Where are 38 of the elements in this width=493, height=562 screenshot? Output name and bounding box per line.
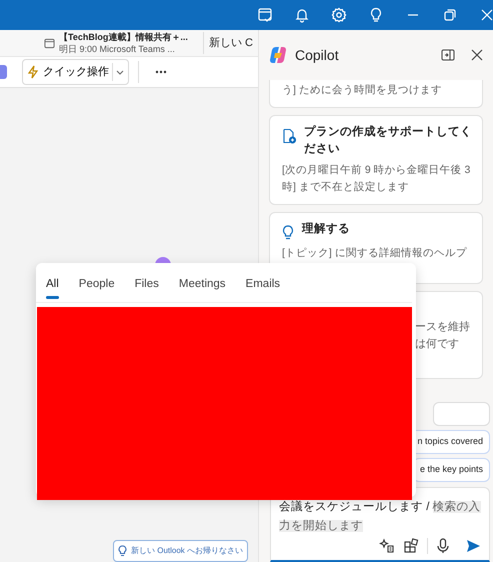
- card-description: [次の月曜日午前 9 時から金曜日午後 3 時] まで不在と設定します: [282, 163, 472, 195]
- card-description: ースを維持: [414, 320, 471, 335]
- restore-icon[interactable]: [442, 7, 458, 23]
- card-description: は何です: [414, 337, 460, 352]
- more-icon[interactable]: [155, 70, 167, 74]
- panel-dock-icon[interactable]: [441, 49, 455, 61]
- bell-icon[interactable]: [294, 7, 310, 23]
- lightbulb-icon: [118, 545, 127, 557]
- card-title: プランの作成をサポートしてください: [304, 124, 473, 157]
- suggestion-card[interactable]: う] ために会う時間を見つけます: [269, 80, 483, 108]
- microphone-icon[interactable]: [436, 538, 450, 554]
- card-title: 理解する: [302, 222, 350, 237]
- calendar-icon: [44, 38, 55, 48]
- card-description: [トピック] に関する詳細情報のヘルプ: [282, 246, 468, 261]
- document-plus-icon: [282, 128, 296, 144]
- lightbulb-icon: [282, 225, 294, 240]
- card-description: う] ために会う時間を見つけます: [282, 83, 443, 98]
- close-icon[interactable]: [471, 49, 483, 61]
- send-icon[interactable]: [466, 539, 481, 553]
- search-tab[interactable]: Files: [134, 272, 159, 299]
- sparkle-prompt-icon[interactable]: [379, 538, 395, 554]
- close-icon[interactable]: [478, 7, 493, 23]
- meeting-time: 明日 9:00 Microsoft Teams ...: [59, 43, 176, 55]
- settings-icon[interactable]: [330, 7, 346, 23]
- search-tab[interactable]: People: [78, 272, 115, 299]
- lightning-icon: [27, 65, 39, 79]
- note-check-icon[interactable]: [256, 7, 272, 23]
- new-item-label[interactable]: 新しい C: [209, 34, 253, 52]
- suggestion-card[interactable]: プランの作成をサポートしてください [次の月曜日午前 9 時から金曜日午後 3 時] まで不在と設定します: [269, 115, 483, 205]
- tip-button[interactable]: 新しい Outlook へお帰りなさい: [113, 540, 248, 562]
- app-icon[interactable]: [0, 65, 7, 79]
- panel-title: Copilot: [295, 46, 340, 65]
- caret-icon[interactable]: [116, 68, 124, 76]
- apps-icon[interactable]: [403, 538, 419, 554]
- meeting-title[interactable]: 【TechBlog連載】情報共有＋...: [59, 31, 195, 43]
- copilot-logo-icon: [269, 46, 287, 64]
- search-tab[interactable]: Meetings: [178, 272, 226, 299]
- search-tab[interactable]: All: [46, 272, 59, 299]
